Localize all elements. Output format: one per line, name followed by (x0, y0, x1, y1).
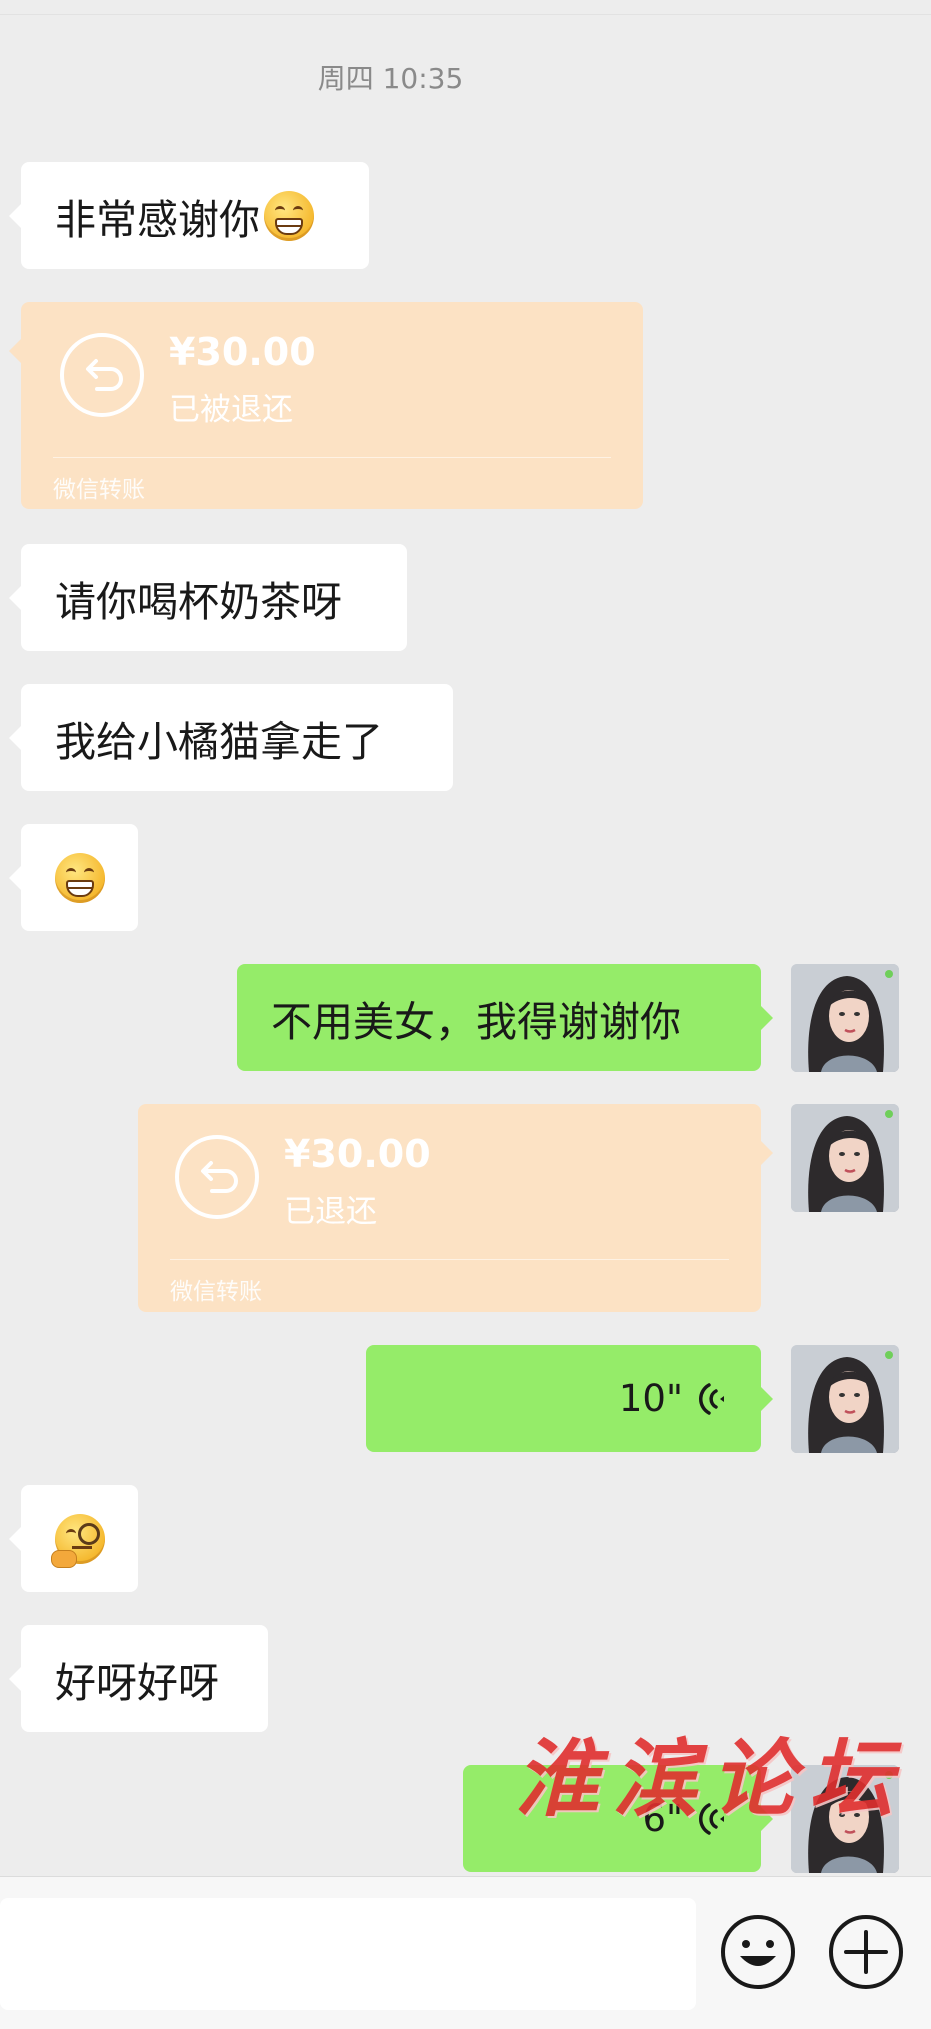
transfer-amount: ¥30.00 (284, 1132, 431, 1176)
message-bubble-incoming[interactable] (9, 824, 138, 931)
voice-wave-icon (699, 1382, 724, 1415)
message-input[interactable] (0, 1898, 696, 2010)
avatar-portrait-icon (791, 1104, 899, 1212)
avatar[interactable] (791, 1104, 899, 1212)
smiley-icon[interactable] (718, 1912, 798, 1992)
message-text: 不用美女，我得谢谢你 (271, 997, 681, 1046)
top-divider (0, 14, 931, 15)
avatar-portrait-icon (791, 1345, 899, 1453)
thinking-face-icon (51, 1513, 105, 1568)
message-bubble-incoming[interactable] (9, 1485, 138, 1592)
grinning-face-icon (264, 190, 314, 241)
plus-circle-icon[interactable] (826, 1912, 906, 1992)
return-arrow-icon (60, 333, 144, 417)
return-arrow-icon (175, 1135, 259, 1219)
transfer-status: 已被退还 (169, 392, 293, 428)
transfer-card-incoming[interactable]: ¥30.00 已被退还 微信转账 (9, 302, 643, 509)
transfer-brand-label: 微信转账 (53, 477, 145, 503)
avatar[interactable] (791, 964, 899, 1072)
voice-message-outgoing[interactable]: 10" (366, 1345, 773, 1452)
transfer-status: 已退还 (284, 1194, 377, 1230)
voice-duration: 10" (618, 1377, 683, 1420)
forum-watermark: 淮滨论坛 (515, 1729, 908, 1828)
transfer-divider (170, 1259, 729, 1260)
avatar-portrait-icon (791, 964, 899, 1072)
transfer-brand-label: 微信转账 (170, 1279, 262, 1305)
message-bubble-incoming[interactable]: 好呀好呀 (9, 1625, 268, 1732)
message-bubble-incoming[interactable]: 我给小橘猫拿走了 (9, 684, 453, 791)
message-text: 好呀好呀 (55, 1658, 219, 1707)
message-timestamp: 周四 10:35 (317, 62, 464, 95)
message-bubble-incoming[interactable]: 请你喝杯奶茶呀 (9, 544, 407, 651)
grinning-face-icon (55, 852, 105, 903)
message-text: 我给小橘猫拿走了 (55, 717, 383, 766)
message-bubble-incoming[interactable]: 非常感谢你 (9, 162, 369, 269)
message-text: 请你喝杯奶茶呀 (55, 577, 342, 626)
message-bubble-outgoing[interactable]: 不用美女，我得谢谢你 (237, 964, 773, 1071)
transfer-card-outgoing[interactable]: ¥30.00 已退还 微信转账 (138, 1104, 773, 1312)
avatar[interactable] (791, 1345, 899, 1453)
transfer-divider (53, 457, 611, 458)
transfer-amount: ¥30.00 (169, 330, 316, 374)
message-text: 非常感谢你 (55, 195, 260, 244)
